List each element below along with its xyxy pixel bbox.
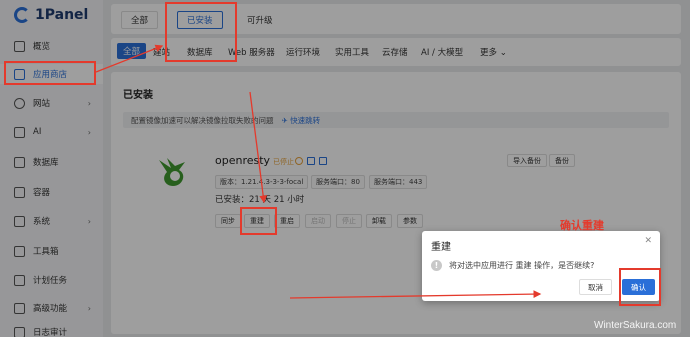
arrow-to-installed-tab	[95, 44, 164, 73]
arrow-to-dialog	[289, 290, 542, 299]
annotation-arrows	[95, 44, 542, 299]
arrow-to-rebuild	[249, 91, 268, 204]
